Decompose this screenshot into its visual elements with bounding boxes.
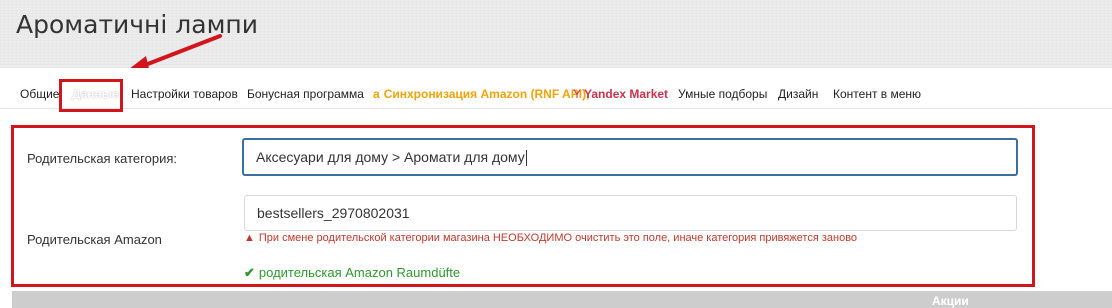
tab-product-settings[interactable]: Настройки товаров [131, 87, 238, 101]
form-highlight-box [11, 125, 1035, 287]
content-panel: Общие Данные Настройки товаров Бонусная … [0, 68, 1112, 308]
tab-highlight-box [59, 79, 123, 112]
tab-amazon-sync[interactable]: a Синхронизация Amazon (RNF API), [373, 87, 589, 101]
tab-smart-selections[interactable]: Умные подборы [678, 87, 767, 101]
tab-menu-content[interactable]: Контент в меню [833, 87, 921, 101]
amazon-icon: a [373, 87, 380, 101]
tab-yandex-market[interactable]: Y Yandex Market [573, 87, 668, 101]
tab-yandex-market-label: Yandex Market [584, 87, 669, 101]
table-header-bar: Акции [12, 291, 1112, 308]
tab-amazon-sync-label: Синхронизация Amazon (RNF API), [383, 87, 590, 101]
tab-bonus-program[interactable]: Бонусная программа [247, 87, 364, 101]
yandex-icon: Y [573, 87, 582, 101]
tab-design[interactable]: Дизайн [778, 87, 818, 101]
actions-column-header: Акции [932, 294, 969, 308]
tab-general[interactable]: Общие [20, 87, 59, 101]
tab-bar: Общие Данные Настройки товаров Бонусная … [0, 68, 1112, 109]
